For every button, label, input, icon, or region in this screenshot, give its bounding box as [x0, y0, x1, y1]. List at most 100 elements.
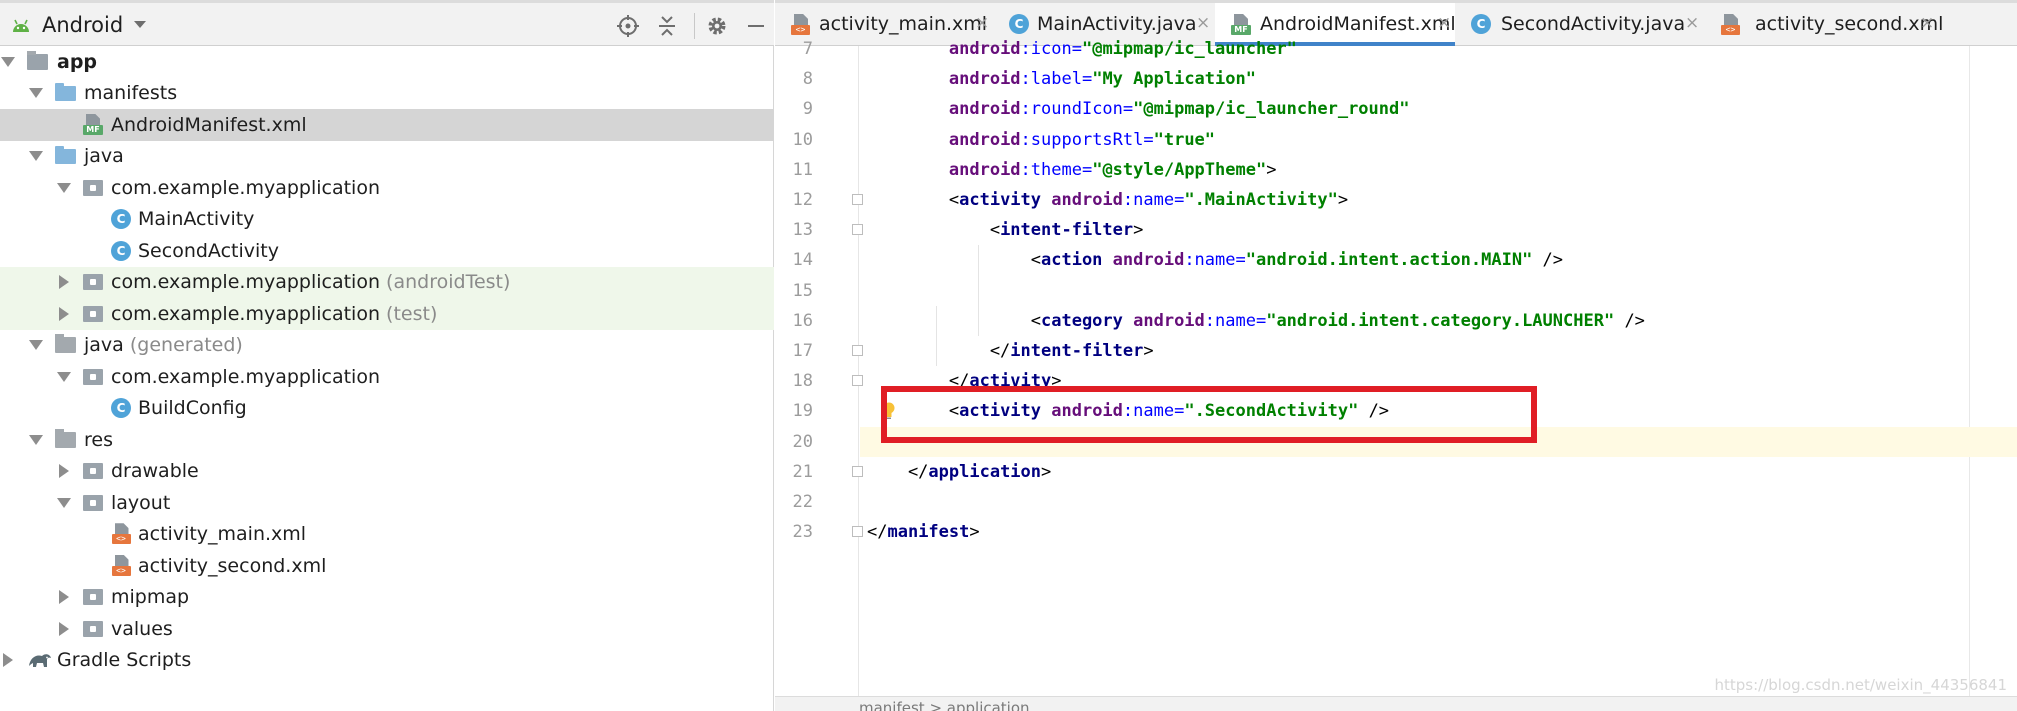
expand-arrow-icon[interactable] — [57, 306, 71, 321]
gear-icon[interactable] — [702, 11, 732, 41]
code-token: intent-filter — [1000, 220, 1134, 241]
expand-arrow-icon[interactable] — [1, 653, 15, 668]
expand-arrow-icon[interactable] — [57, 464, 71, 479]
tab-label: AndroidManifest.xml — [1260, 13, 1456, 35]
locate-icon[interactable] — [613, 11, 643, 41]
project-panel-header: Android — [0, 0, 774, 46]
project-view-label: Android — [42, 13, 124, 37]
tree-row-layout[interactable]: layout — [0, 487, 774, 519]
code-token: > — [969, 522, 980, 543]
tree-row-android-manifest[interactable]: MF AndroidManifest.xml — [0, 109, 774, 141]
gradle-icon — [26, 649, 54, 671]
fold-marker-icon[interactable] — [852, 526, 863, 538]
line-number: 8 — [802, 69, 813, 90]
expand-arrow-icon[interactable] — [57, 275, 71, 290]
code-token: /> — [1532, 250, 1564, 271]
code-token: activity — [959, 190, 1052, 210]
tree-row-values[interactable]: values — [0, 613, 774, 645]
code-token: < — [867, 250, 1041, 271]
fold-marker-icon[interactable] — [852, 194, 863, 205]
line-number: 21 — [792, 461, 813, 482]
tree-row-res[interactable]: res — [0, 424, 774, 456]
tree-row-package-test[interactable]: com.example.myapplication (test) — [0, 298, 774, 330]
line-number-gutter: 7 8 9 10 11 12 13 14 15 16 17 18 19 20 21 22 23 — [775, 39, 859, 696]
fold-marker-icon[interactable] — [852, 345, 863, 356]
project-view-selector[interactable]: Android — [10, 9, 147, 41]
code-token: android — [1133, 310, 1205, 331]
expand-arrow-icon[interactable] — [29, 433, 43, 447]
expand-arrow-icon[interactable] — [1, 55, 15, 69]
code-line: <intent-filter> — [867, 215, 1144, 245]
code-line: </manifest> — [867, 517, 980, 547]
close-icon[interactable]: × — [1685, 13, 1699, 33]
code-token: application — [928, 461, 1042, 482]
expand-arrow-icon[interactable] — [57, 370, 71, 384]
close-icon[interactable]: × — [1437, 13, 1451, 33]
expand-arrow-icon[interactable] — [57, 590, 71, 605]
tree-row-second-activity[interactable]: C SecondActivity — [0, 235, 774, 267]
tree-label: SecondActivity — [138, 239, 279, 262]
code-editor[interactable]: 7 8 9 10 11 12 13 14 15 16 17 18 19 20 21 22 23 android:… — [775, 39, 2017, 696]
tree-row-activity-second-xml[interactable]: <> activity_second.xml — [0, 550, 774, 582]
line-number: 22 — [792, 492, 813, 512]
expand-arrow-icon[interactable] — [57, 181, 71, 195]
tab-activity-second-xml[interactable]: <> activity_second.xml × — [1705, 3, 1943, 46]
tree-label: manifests — [84, 82, 178, 105]
tree-row-app[interactable]: app — [0, 46, 774, 78]
code-token: ".MainActivity" — [1184, 190, 1338, 210]
expand-arrow-icon[interactable] — [57, 621, 71, 636]
project-tool-window: Android app manifests MF AndroidManifest… — [0, 0, 774, 711]
code-token: category — [1041, 310, 1134, 331]
code-token: "@style/AppTheme" — [1092, 159, 1267, 180]
line-number: 16 — [792, 310, 813, 331]
tree-row-package[interactable]: com.example.myapplication — [0, 172, 774, 204]
tree-row-drawable[interactable]: drawable — [0, 456, 774, 488]
collapse-all-icon[interactable] — [652, 11, 682, 41]
code-token: < — [867, 220, 1001, 241]
tree-row-package-android-test[interactable]: com.example.myapplication (androidTest) — [0, 266, 774, 298]
code-token: < — [867, 190, 960, 210]
close-icon[interactable]: × — [975, 13, 989, 33]
tree-label-suffix: (androidTest) — [386, 271, 511, 294]
expand-arrow-icon[interactable] — [29, 149, 43, 163]
tree-label: java (generated) — [84, 334, 243, 357]
tree-row-mipmap[interactable]: mipmap — [0, 582, 774, 614]
hide-panel-icon[interactable] — [741, 11, 771, 41]
code-line: <activity android:name=".MainActivity"> — [867, 185, 1348, 215]
expand-arrow-icon[interactable] — [57, 496, 71, 510]
fold-marker-icon[interactable] — [852, 224, 863, 236]
line-number: 13 — [792, 220, 813, 241]
tab-second-activity-java[interactable]: C SecondActivity.java × — [1455, 3, 1705, 46]
code-line: </application> — [867, 457, 1051, 487]
tree-row-java-generated[interactable]: java (generated) — [0, 330, 774, 362]
code-line: </intent-filter> — [867, 336, 1154, 366]
tree-label: app — [57, 50, 98, 73]
code-token: /> — [1614, 310, 1645, 331]
tree-row-build-config[interactable]: C BuildConfig — [0, 393, 774, 425]
class-icon: C — [110, 208, 132, 230]
tree-row-activity-main-xml[interactable]: <> activity_main.xml — [0, 519, 774, 551]
tree-row-java[interactable]: java — [0, 141, 774, 173]
expand-arrow-icon[interactable] — [29, 338, 43, 352]
android-icon — [13, 19, 29, 32]
tree-label: BuildConfig — [138, 397, 247, 420]
tree-row-manifests[interactable]: manifests — [0, 78, 774, 110]
tree-label: AndroidManifest.xml — [111, 113, 307, 136]
tree-label: com.example.myapplication — [111, 176, 380, 199]
tree-label: java — [84, 145, 124, 168]
tree-row-package-generated[interactable]: com.example.myapplication — [0, 361, 774, 393]
close-icon[interactable]: × — [1920, 13, 1934, 33]
tree-row-main-activity[interactable]: C MainActivity — [0, 204, 774, 236]
expand-arrow-icon[interactable] — [29, 86, 43, 100]
tree-row-gradle-scripts[interactable]: Gradle Scripts — [0, 645, 774, 677]
close-icon[interactable]: × — [1196, 13, 1210, 33]
line-number: 9 — [802, 99, 813, 120]
fold-marker-icon[interactable] — [852, 375, 863, 387]
fold-marker-icon[interactable] — [852, 465, 863, 477]
code-token: "android.intent.category.LAUNCHER" — [1266, 310, 1615, 331]
breadcrumb-text: manifest > application — [859, 699, 1030, 711]
header-separator — [694, 13, 695, 39]
class-icon: C — [110, 397, 132, 419]
